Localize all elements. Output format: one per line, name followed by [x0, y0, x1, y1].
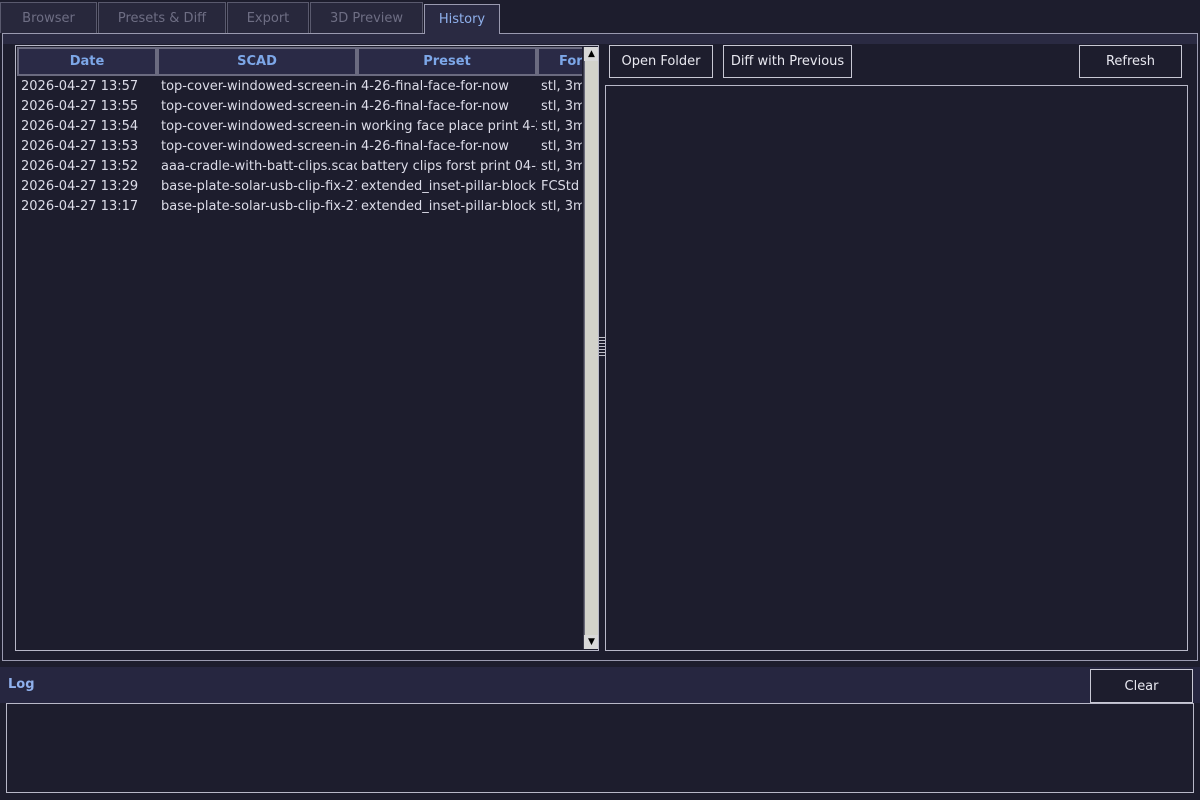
table-row[interactable]: 2026-04-27 13:52 aaa-cradle-with-batt-cli…	[17, 157, 582, 177]
table-body: 2026-04-27 13:57 top-cover-windowed-scree…	[17, 77, 582, 649]
tab-presets-diff[interactable]: Presets & Diff	[98, 2, 226, 33]
cell-date: 2026-04-27 13:52	[21, 159, 139, 174]
scroll-down-arrow-icon[interactable]: ▼	[584, 635, 598, 649]
pane-top-strip	[3, 34, 1197, 44]
cell-scad: top-cover-windowed-screen-inset.scad	[161, 99, 357, 114]
tab-browser[interactable]: Browser	[0, 2, 97, 33]
history-pane: Date SCAD Preset Formats 2026-04-27 13:5…	[2, 33, 1198, 661]
cell-formats: FCStd	[541, 179, 580, 194]
cell-preset: 4-26-final-face-for-now	[361, 79, 509, 94]
log-output[interactable]	[6, 703, 1194, 793]
cell-formats: stl, 3mf	[541, 139, 582, 154]
log-header-bar	[0, 667, 1200, 703]
cell-scad: base-plate-solar-usb-clip-fix-27.scad	[161, 199, 357, 214]
table-row[interactable]: 2026-04-27 13:17 base-plate-solar-usb-cli…	[17, 197, 582, 217]
scroll-thumb[interactable]	[585, 61, 598, 635]
refresh-button[interactable]: Refresh	[1079, 45, 1182, 78]
app-window: Browser Presets & Diff Export 3D Preview…	[0, 0, 1200, 800]
table-row[interactable]: 2026-04-27 13:55 top-cover-windowed-scree…	[17, 97, 582, 117]
cell-formats: stl, 3mf	[541, 99, 582, 114]
tab-3d-preview[interactable]: 3D Preview	[310, 2, 423, 33]
cell-preset: battery clips forst print 04-27	[361, 159, 537, 174]
cell-scad: top-cover-windowed-screen-inset.scad	[161, 79, 357, 94]
cell-date: 2026-04-27 13:54	[21, 119, 139, 134]
cell-scad: base-plate-solar-usb-clip-fix-27.scad	[161, 179, 357, 194]
column-header-formats[interactable]: Formats	[537, 47, 582, 76]
diff-output-panel[interactable]	[605, 85, 1188, 651]
cell-preset: 4-26-final-face-for-now	[361, 139, 509, 154]
column-header-date[interactable]: Date	[17, 47, 157, 76]
cell-date: 2026-04-27 13:17	[21, 199, 139, 214]
table-row[interactable]: 2026-04-27 13:29 base-plate-solar-usb-cli…	[17, 177, 582, 197]
table-header: Date SCAD Preset Formats	[17, 47, 582, 76]
cell-formats: stl, 3mf	[541, 159, 582, 174]
cell-preset: 4-26-final-face-for-now	[361, 99, 509, 114]
table-row[interactable]: 2026-04-27 13:53 top-cover-windowed-scree…	[17, 137, 582, 157]
table-row[interactable]: 2026-04-27 13:57 top-cover-windowed-scree…	[17, 77, 582, 97]
cell-date: 2026-04-27 13:55	[21, 99, 139, 114]
log-label: Log	[8, 677, 35, 692]
column-header-scad[interactable]: SCAD	[157, 47, 357, 76]
cell-preset: extended_inset-pillar-block	[361, 199, 536, 214]
cell-formats: stl, 3mf	[541, 119, 582, 134]
cell-scad: top-cover-windowed-screen-inset.scad	[161, 139, 357, 154]
history-scrollbar[interactable]: ▲ ▼	[583, 47, 598, 649]
cell-date: 2026-04-27 13:29	[21, 179, 139, 194]
diff-with-previous-button[interactable]: Diff with Previous	[723, 45, 852, 78]
tab-history[interactable]: History	[424, 4, 500, 34]
cell-scad: aaa-cradle-with-batt-clips.scad	[161, 159, 357, 174]
tab-export[interactable]: Export	[227, 2, 309, 33]
cell-scad: top-cover-windowed-screen-inset.scad	[161, 119, 357, 134]
table-row[interactable]: 2026-04-27 13:54 top-cover-windowed-scree…	[17, 117, 582, 137]
history-table[interactable]: Date SCAD Preset Formats 2026-04-27 13:5…	[15, 45, 599, 651]
cell-date: 2026-04-27 13:57	[21, 79, 139, 94]
column-header-preset[interactable]: Preset	[357, 47, 537, 76]
cell-date: 2026-04-27 13:53	[21, 139, 139, 154]
clear-log-button[interactable]: Clear	[1090, 669, 1193, 703]
cell-formats: stl, 3mf	[541, 199, 582, 214]
open-folder-button[interactable]: Open Folder	[609, 45, 713, 78]
cell-preset: extended_inset-pillar-block	[361, 179, 536, 194]
scroll-up-arrow-icon[interactable]: ▲	[584, 47, 598, 61]
cell-formats: stl, 3mf	[541, 79, 582, 94]
cell-preset: working face place print 4-26	[361, 119, 537, 134]
